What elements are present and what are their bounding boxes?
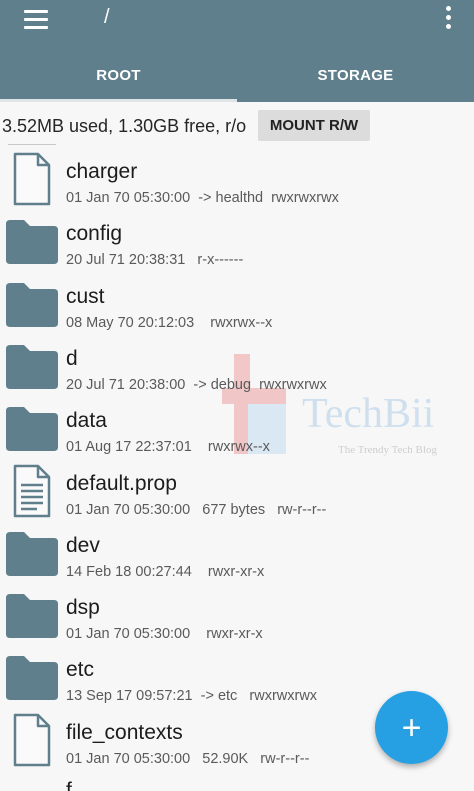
active-tab-indicator (0, 99, 237, 102)
hamburger-menu-icon[interactable] (22, 8, 52, 30)
file-list-item[interactable]: config 20 Jul 71 20:38:31 r-x------ (0, 210, 474, 272)
file-list-item[interactable]: dsp 01 Jan 70 05:30:00 rwxr-xr-x (0, 584, 474, 646)
folder-icon (4, 590, 60, 640)
mount-rw-button[interactable]: MOUNT R/W (258, 110, 370, 141)
file-list-item[interactable]: dev 14 Feb 18 00:27:44 rwxr-xr-x (0, 522, 474, 584)
file-name: dsp (66, 596, 100, 620)
divider (8, 144, 56, 145)
file-details: 13 Sep 17 09:57:21 -> etc rwxrwxrwx (66, 688, 318, 705)
file-details: 01 Jan 70 05:30:00 52.90K rw-r--r-- (66, 750, 310, 767)
file-details: 01 Aug 17 22:37:01 rwxrwx--x (66, 439, 270, 456)
storage-usage-text: 3.52MB used, 1.30GB free, r/o (2, 116, 247, 136)
file-details: 20 Jul 71 20:38:00 -> debug rwxrwxrwx (66, 376, 327, 393)
app-bar: / ROOT STORAGE (0, 0, 474, 102)
file-details: 08 May 70 20:12:03 rwxrwx--x (66, 314, 273, 331)
file-name: file_contexts (66, 720, 183, 744)
file-name: cust (66, 284, 105, 308)
file-list-item[interactable]: cust 08 May 70 20:12:03 rwxrwx--x (0, 273, 474, 335)
folder-icon (4, 403, 60, 453)
folder-icon (4, 341, 60, 391)
file-list-item[interactable]: d 20 Jul 71 20:38:00 -> debug rwxrwxrwx (0, 335, 474, 397)
folder-icon (4, 528, 60, 578)
file-details: 14 Feb 18 00:27:44 rwxr-xr-x (66, 563, 265, 580)
overflow-menu-icon[interactable] (442, 6, 454, 32)
file-list-item[interactable]: data 01 Aug 17 22:37:01 rwxrwx--x (0, 397, 474, 459)
file-details: 01 Jan 70 05:30:00 -> healthd rwxrwxrwx (66, 190, 339, 206)
file-name: default.prop (66, 471, 177, 495)
file-details: 01 Jan 70 05:30:00 rwxr-xr-x (66, 626, 263, 643)
file-name: dev (66, 533, 100, 557)
document-icon (12, 464, 52, 518)
storage-status: 3.52MB used, 1.30GB free, r/o (0, 104, 474, 144)
file-name: config (66, 222, 123, 246)
file-name: etc (66, 658, 95, 682)
plus-icon: + (401, 708, 422, 747)
folder-icon (4, 216, 60, 266)
file-icon (12, 152, 52, 206)
current-path: / (104, 6, 110, 28)
partial-list-item: f (66, 781, 86, 791)
folder-icon (4, 652, 60, 702)
tab-storage[interactable]: STORAGE (237, 48, 474, 102)
add-fab-button[interactable]: + (375, 691, 448, 764)
tab-root[interactable]: ROOT (0, 48, 237, 102)
file-list-item[interactable]: default.prop 01 Jan 70 05:30:00 677 bytes… (0, 460, 474, 522)
toolbar: / (0, 0, 474, 48)
file-icon (12, 713, 52, 767)
file-details: 01 Jan 70 05:30:00 677 bytes rw-r--r-- (66, 501, 327, 518)
file-name: data (66, 409, 107, 433)
file-list-item[interactable]: charger 01 Jan 70 05:30:00 -> healthd rwx… (0, 148, 474, 210)
partial-item-name: f (66, 781, 86, 791)
file-details: 20 Jul 71 20:38:31 r-x------ (66, 252, 244, 269)
file-name: d (66, 346, 78, 370)
tab-bar: ROOT STORAGE (0, 48, 474, 102)
file-name: charger (66, 160, 138, 183)
folder-icon (4, 279, 60, 329)
